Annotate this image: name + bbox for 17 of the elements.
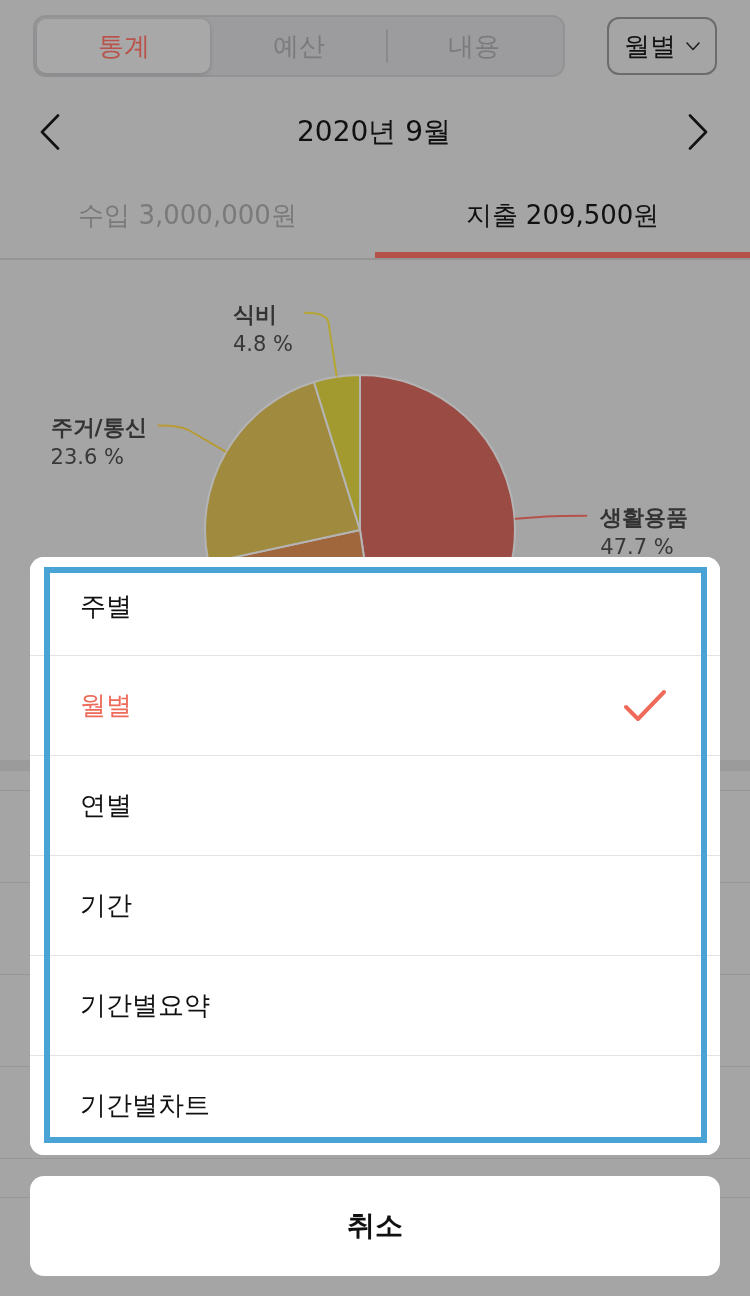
period-option[interactable]: 기간별차트: [30, 1055, 720, 1155]
leader-line: [304, 311, 338, 377]
percent-label: 47.7 %: [600, 534, 674, 559]
summary-tab[interactable]: 지출 209,500원: [375, 172, 750, 258]
period-dropdown[interactable]: 월별: [607, 17, 717, 75]
cancel-button[interactable]: 취소: [30, 1176, 720, 1276]
category-label: 주거/통신: [50, 415, 147, 440]
percent-label: 4.8 %: [233, 331, 294, 356]
month-title: 2020년 9월: [297, 114, 451, 150]
chevron-right-icon: [688, 114, 708, 150]
chevron-left-icon: [40, 114, 60, 150]
chevron-down-icon: [686, 41, 700, 51]
percent-label: 23.6 %: [50, 444, 124, 469]
checkmark-icon: [623, 688, 667, 723]
category-label: 생활용품: [600, 505, 689, 531]
category-label: 식비: [233, 302, 277, 328]
leader-line: [157, 424, 227, 453]
